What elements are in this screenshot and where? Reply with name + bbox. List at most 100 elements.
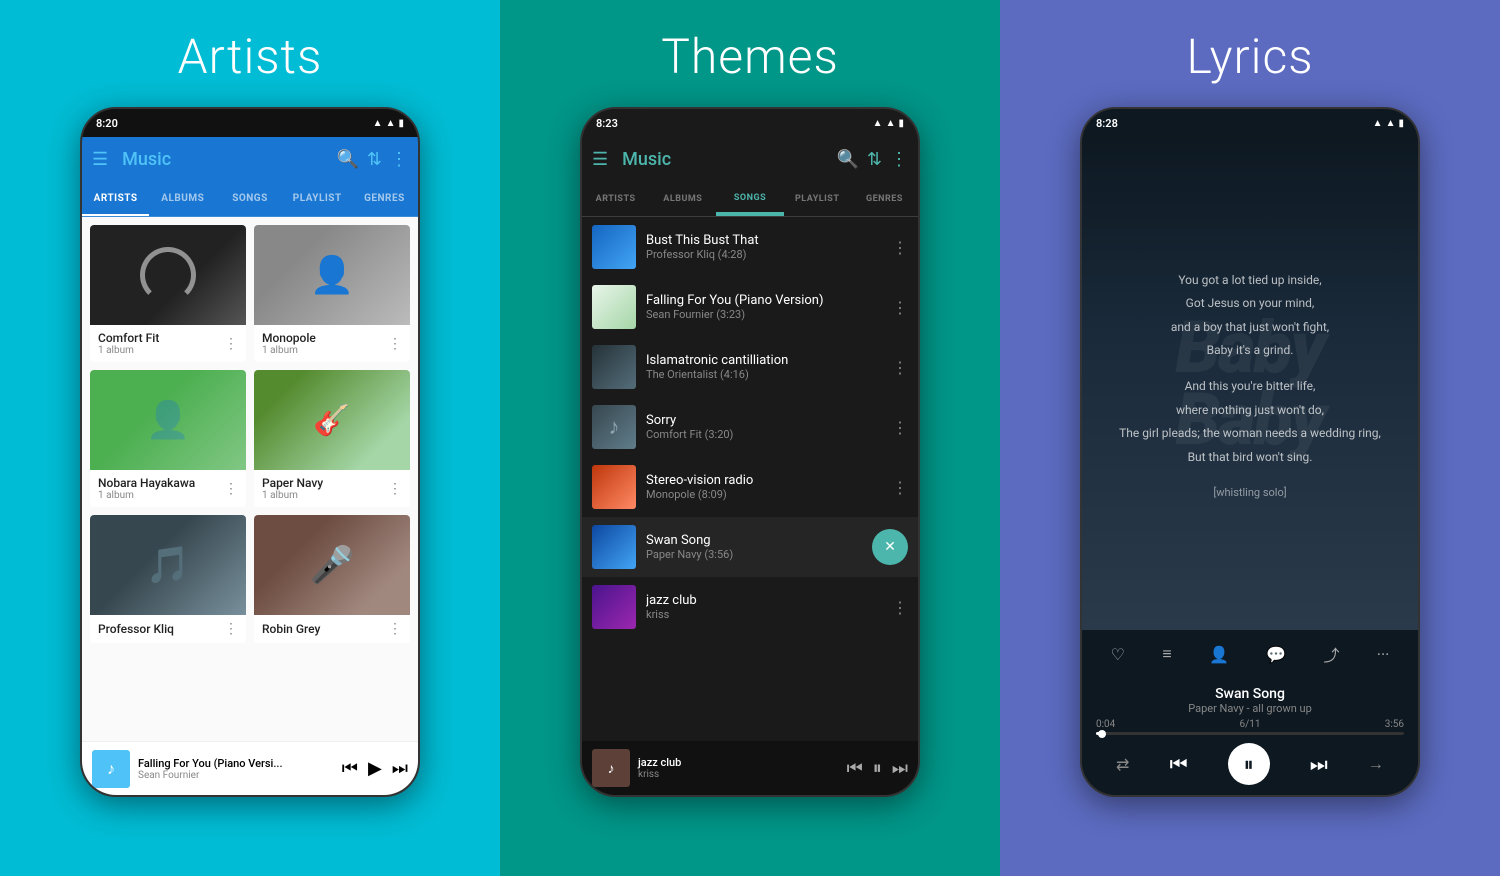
mini-player-artist: Sean Fournier: [138, 770, 334, 781]
list-item[interactable]: Stereo-vision radio Monopole (8:09) ⋮: [582, 457, 918, 517]
sort-icon[interactable]: ⇅: [367, 149, 382, 170]
queue-icon[interactable]: ≡: [1162, 644, 1171, 664]
menu-icon[interactable]: ☰: [92, 149, 108, 170]
artists-status-icons: ▲ ▲ ▮: [373, 118, 404, 129]
next-icon[interactable]: ⏭: [392, 758, 408, 779]
list-item[interactable]: Comfort Fit 1 album ⋮: [90, 225, 246, 362]
monopole-sub: 1 album: [262, 345, 316, 356]
tab-playlist[interactable]: PLAYLIST: [284, 181, 351, 216]
robingrey-name: Robin Grey: [262, 622, 320, 636]
comfort-fit-sub: 1 album: [98, 345, 159, 356]
themes-app-title: Music: [622, 149, 828, 170]
lyrics-line-3: and a boy that just won't fight,: [1119, 317, 1381, 339]
list-item[interactable]: 🎤 Robin Grey ⋮: [254, 515, 410, 643]
tab-songs-t[interactable]: SONGS: [716, 181, 783, 216]
song-more-5[interactable]: ⋮: [892, 478, 908, 497]
song-title-4: Sorry: [646, 413, 882, 428]
monopole-name: Monopole: [262, 331, 316, 345]
artists-appbar: ☰ Music 🔍 ⇅ ⋮: [82, 137, 418, 181]
themes-statusbar: 8:23 ▲ ▲ ▮: [582, 109, 918, 137]
song-more-1[interactable]: ⋮: [892, 238, 908, 257]
monopole-more[interactable]: ⋮: [388, 336, 402, 352]
heart-icon[interactable]: ♡: [1111, 645, 1125, 664]
themes-mini-title: jazz club: [638, 756, 839, 769]
next-icon[interactable]: ⏭: [892, 758, 908, 779]
song-active-button[interactable]: ✕: [872, 529, 908, 565]
song-meta-5: Monopole (8:09): [646, 488, 882, 501]
prev-icon[interactable]: ⏮: [342, 758, 358, 779]
artists-statusbar: 8:20 ▲ ▲ ▮: [82, 109, 418, 137]
list-item[interactable]: 👤 Monopole 1 album ⋮: [254, 225, 410, 362]
prev-track-icon[interactable]: ⏮: [1170, 752, 1188, 776]
song-details-4: Sorry Comfort Fit (3:20): [646, 413, 882, 441]
person-icon[interactable]: 👤: [1209, 645, 1229, 664]
song-more-7[interactable]: ⋮: [892, 598, 908, 617]
song-more-2[interactable]: ⋮: [892, 298, 908, 317]
tab-songs[interactable]: SONGS: [216, 181, 283, 216]
list-item[interactable]: Swan Song Paper Navy (3:56) ✕: [582, 517, 918, 577]
papernavy-info: Paper Navy 1 album ⋮: [254, 470, 410, 507]
play-pause-button[interactable]: ⏸: [1228, 743, 1270, 785]
lyrics-icon[interactable]: 💬: [1266, 645, 1286, 664]
song-more-3[interactable]: ⋮: [892, 358, 908, 377]
pause-icon[interactable]: ⏸: [873, 758, 882, 779]
song-title-7: jazz club: [646, 593, 882, 608]
tab-artists[interactable]: ARTISTS: [82, 181, 149, 216]
song-more-4[interactable]: ⋮: [892, 418, 908, 437]
tab-genres-t[interactable]: GENRES: [851, 181, 918, 216]
lyrics-screen: BabyBaby You got a lot tied up inside, G…: [1082, 137, 1418, 630]
papernavy-more[interactable]: ⋮: [388, 481, 402, 497]
nobara-more[interactable]: ⋮: [224, 481, 238, 497]
tab-albums[interactable]: ALBUMS: [149, 181, 216, 216]
tab-genres[interactable]: GENRES: [351, 181, 418, 216]
list-item[interactable]: Bust This Bust That Professor Kliq (4:28…: [582, 217, 918, 277]
next-track-icon[interactable]: ⏭: [1310, 752, 1328, 776]
lyrics-player: Swan Song Paper Navy - all grown up 0:04…: [1082, 678, 1418, 795]
tab-albums-t[interactable]: ALBUMS: [649, 181, 716, 216]
list-item[interactable]: jazz club kriss ⋮: [582, 577, 918, 637]
list-item[interactable]: 🎸 Paper Navy 1 album ⋮: [254, 370, 410, 507]
wifi-icon: ▲: [373, 118, 383, 129]
papernavy-image: 🎸: [254, 370, 410, 470]
list-item[interactable]: Islamatronic cantilliation The Orientali…: [582, 337, 918, 397]
sort-icon[interactable]: ⇅: [867, 149, 882, 170]
lyrics-line-6: where nothing just won't do,: [1119, 400, 1381, 422]
lyrics-phone: 8:28 ▲ ▲ ▮ BabyBaby You got a lot tied u…: [1080, 107, 1420, 797]
tab-artists-t[interactable]: ARTISTS: [582, 181, 649, 216]
lyrics-line-2: Got Jesus on your mind,: [1119, 293, 1381, 315]
song-details-3: Islamatronic cantilliation The Orientali…: [646, 353, 882, 381]
list-item[interactable]: 👤 Nobara Hayakawa 1 album ⋮: [90, 370, 246, 507]
list-item[interactable]: Falling For You (Piano Version) Sean Fou…: [582, 277, 918, 337]
share-icon[interactable]: ⤴: [1323, 642, 1339, 666]
shuffle-icon[interactable]: ⇄: [1116, 755, 1129, 774]
artists-panel: Artists 8:20 ▲ ▲ ▮ ☰ Music 🔍 ⇅ ⋮ ARTISTS…: [0, 0, 500, 876]
lyrics-line-7: The girl pleads; the woman needs a weddi…: [1119, 423, 1381, 445]
repeat-icon[interactable]: →: [1368, 754, 1384, 774]
more-icon[interactable]: ⋮: [390, 149, 408, 170]
battery-icon: ▮: [1398, 118, 1404, 129]
song-art-islamatronic: [592, 345, 636, 389]
lyrics-duration: 3:56: [1385, 719, 1404, 730]
robingrey-more[interactable]: ⋮: [388, 621, 402, 637]
signal-icon: ▲: [886, 118, 896, 129]
tab-playlist-t[interactable]: PLAYLIST: [784, 181, 851, 216]
menu-icon[interactable]: ☰: [592, 149, 608, 170]
professorkliq-more[interactable]: ⋮: [224, 621, 238, 637]
nobara-info: Nobara Hayakawa 1 album ⋮: [90, 470, 246, 507]
song-title-6: Swan Song: [646, 533, 862, 548]
list-item[interactable]: ♪ Sorry Comfort Fit (3:20) ⋮: [582, 397, 918, 457]
lyrics-seekbar[interactable]: [1096, 732, 1404, 735]
search-icon[interactable]: 🔍: [336, 149, 358, 170]
comfort-fit-more[interactable]: ⋮: [224, 336, 238, 352]
papernavy-name: Paper Navy: [262, 476, 323, 490]
lyrics-status-icons: ▲ ▲ ▮: [1373, 118, 1404, 129]
lyrics-song-title: Swan Song: [1096, 686, 1404, 702]
more-icon[interactable]: ⋮: [890, 149, 908, 170]
battery-icon: ▮: [398, 118, 404, 129]
play-pause-icon[interactable]: ▶: [368, 758, 382, 779]
search-icon[interactable]: 🔍: [836, 149, 858, 170]
list-item[interactable]: 🎵 Professor Kliq ⋮: [90, 515, 246, 643]
prev-icon[interactable]: ⏮: [847, 758, 863, 779]
more-options-icon[interactable]: ···: [1377, 645, 1390, 664]
signal-icon: ▲: [386, 118, 396, 129]
